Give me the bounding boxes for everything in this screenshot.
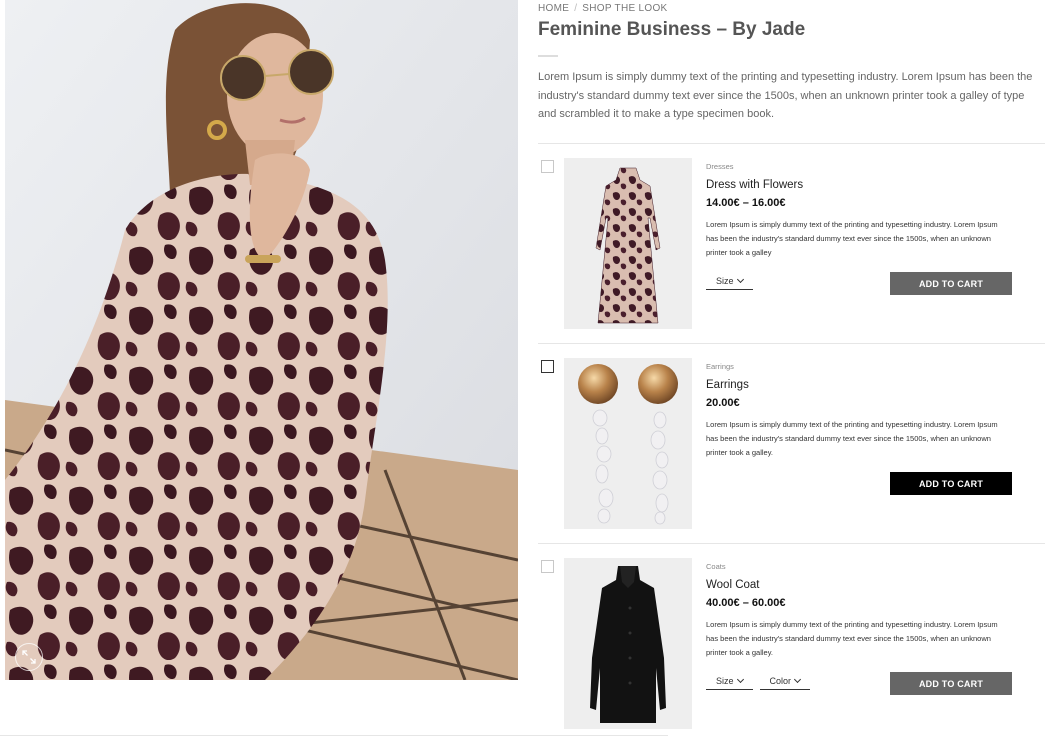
color-select-label: Color [769,676,792,686]
hero-image [5,0,518,680]
chevron-down-icon [736,275,744,284]
product-category: Dresses [706,162,734,171]
product-item: Dresses Dress with Flowers 14.00€ – 16.0… [538,143,1045,343]
product-select-checkbox[interactable] [541,560,554,573]
breadcrumb-home-link[interactable]: HOME [538,3,569,14]
page-description: Lorem Ipsum is simply dummy text of the … [538,71,1033,120]
product-select-checkbox[interactable] [541,360,554,373]
chevron-down-icon [736,675,744,684]
dress-image [595,167,661,324]
earrings-image [578,364,678,525]
product-details: Dresses Dress with Flowers 14.00€ – 16.0… [706,161,1026,260]
color-select[interactable]: Color [759,675,811,690]
product-description: Lorem Ipsum is simply dummy text of the … [706,220,998,257]
bottom-divider [0,735,668,736]
variant-selectors: Size Color [706,675,811,690]
product-name[interactable]: Earrings [706,378,1026,392]
product-item: Coats Wool Coat 40.00€ – 60.00€ Lorem Ip… [538,543,1045,740]
title-divider [538,55,558,57]
coat-image [590,566,666,723]
product-name[interactable]: Dress with Flowers [706,178,1026,192]
product-name[interactable]: Wool Coat [706,578,1026,592]
product-thumbnail[interactable] [564,358,692,529]
breadcrumb-current[interactable]: SHOP THE LOOK [582,3,667,14]
expand-icon [22,650,36,664]
product-category: Coats [706,562,726,571]
product-details: Coats Wool Coat 40.00€ – 60.00€ Lorem Ip… [706,561,1026,660]
breadcrumb: HOME / SHOP THE LOOK [538,3,668,14]
product-price: 20.00€ [706,397,740,409]
size-select-label: Size [716,676,734,686]
product-price: 40.00€ – 60.00€ [706,597,786,609]
size-select-label: Size [716,276,734,286]
chevron-down-icon [793,675,802,684]
size-select[interactable]: Size [706,675,753,690]
product-details: Earrings Earrings 20.00€ Lorem Ipsum is … [706,361,1026,460]
product-description: Lorem Ipsum is simply dummy text of the … [706,620,998,657]
product-thumbnail[interactable] [564,558,692,729]
add-to-cart-button[interactable]: ADD TO CART [890,472,1012,495]
product-description: Lorem Ipsum is simply dummy text of the … [706,420,998,457]
product-thumbnail[interactable] [564,158,692,329]
product-price: 14.00€ – 16.00€ [706,197,786,209]
add-to-cart-button[interactable]: ADD TO CART [890,272,1012,295]
model-photo [5,0,518,680]
product-select-checkbox[interactable] [541,160,554,173]
zoom-button[interactable] [15,643,43,671]
product-category: Earrings [706,362,734,371]
variant-selectors: Size [706,275,753,290]
page-title: Feminine Business – By Jade [538,19,806,40]
product-item: Earrings Earrings 20.00€ Lorem Ipsum is … [538,343,1045,543]
breadcrumb-separator: / [574,3,578,14]
add-to-cart-button[interactable]: ADD TO CART [890,672,1012,695]
size-select[interactable]: Size [706,275,753,290]
